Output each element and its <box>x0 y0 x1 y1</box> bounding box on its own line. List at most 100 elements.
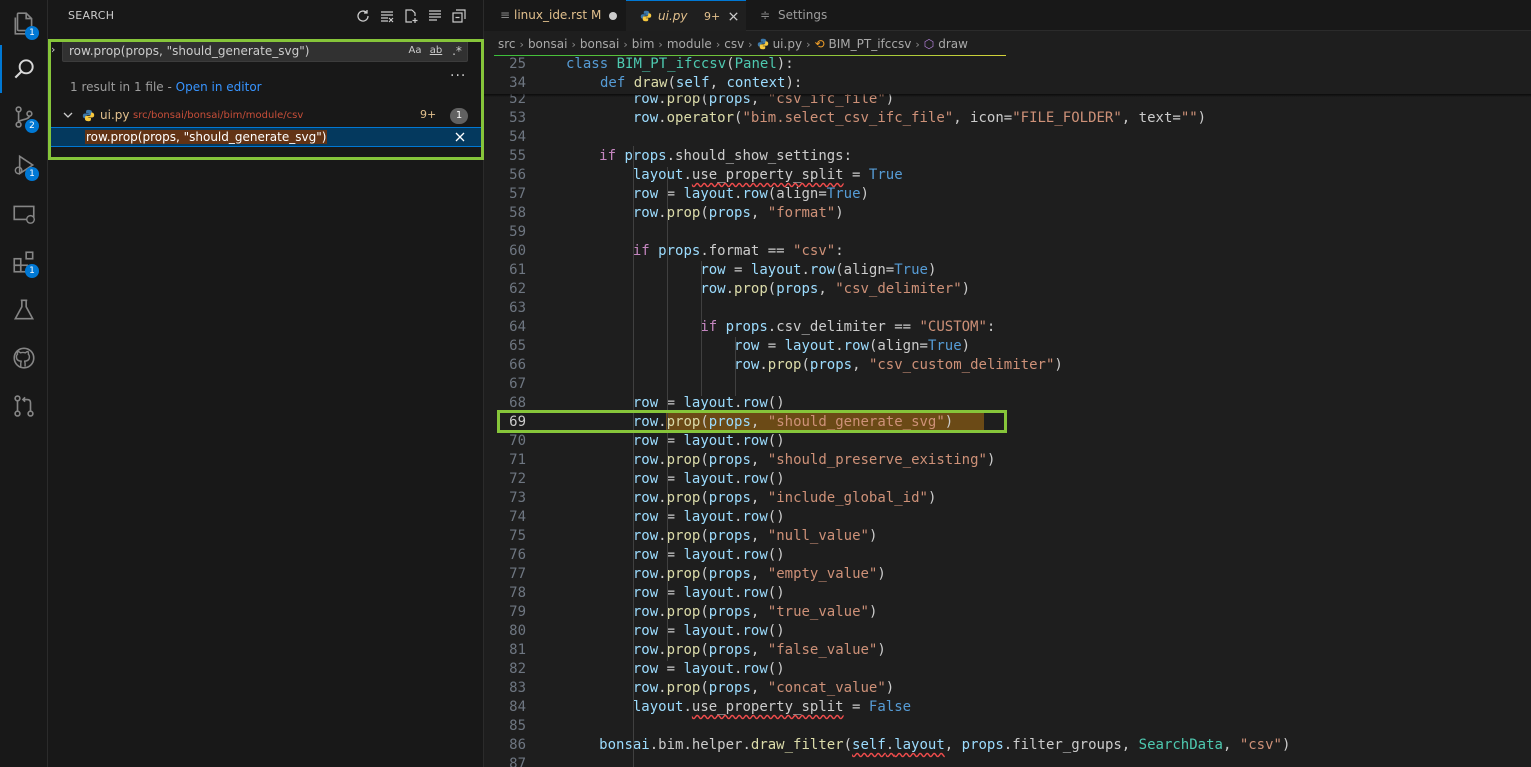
code-line[interactable]: 53 row.operator("bim.select_csv_ifc_file"… <box>484 109 1531 128</box>
match-case-toggle[interactable]: Aa <box>407 43 423 59</box>
pull-requests-button[interactable] <box>0 382 48 430</box>
sticky-scroll-line[interactable]: 34 def draw(self, context): <box>484 75 1531 94</box>
github-button[interactable] <box>0 334 48 382</box>
code-line[interactable]: 81 row.prop(props, "false_value") <box>484 641 1531 660</box>
explorer-button[interactable]: 1 <box>0 0 48 48</box>
code-line[interactable]: 82 row = layout.row() <box>484 660 1531 679</box>
testing-button[interactable] <box>0 286 48 334</box>
code-line[interactable]: 66 row.prop(props, "csv_custom_delimiter"… <box>484 356 1531 375</box>
sticky-scroll-line[interactable]: 25 class BIM_PT_ifccsv(Panel): <box>484 56 1531 75</box>
breadcrumb-item[interactable]: draw <box>938 37 968 51</box>
breadcrumb-item[interactable]: ui.py <box>773 37 802 51</box>
class-symbol-icon: ⟲ <box>814 37 825 51</box>
run-debug-button[interactable]: 1 <box>0 141 48 189</box>
new-file-icon <box>405 9 418 23</box>
activity-bar: 1 2 1 1 <box>0 0 48 767</box>
breadcrumb: src › bonsai › bonsai › bim › module › c… <box>498 34 968 54</box>
source-control-badge: 2 <box>25 119 39 133</box>
editor-tabs: ≡ linux_ide.rst M ui.py 9+ ≑ Settings <box>484 0 1531 31</box>
breadcrumb-item[interactable]: bim <box>632 37 655 51</box>
code-line[interactable]: 85 <box>484 717 1531 736</box>
line-number: 64 <box>509 319 526 335</box>
tab-ui-py[interactable]: ui.py 9+ <box>626 0 746 31</box>
tab-settings[interactable]: ≑ Settings <box>746 0 856 31</box>
code-line[interactable]: 54 <box>484 128 1531 147</box>
result-count-badge: 1 <box>450 108 468 124</box>
code-line[interactable]: 69 row.prop(props, "should_generate_svg") <box>484 413 1531 432</box>
code-line[interactable]: 61 row = layout.row(align=True) <box>484 261 1531 280</box>
chevron-right-icon: › <box>806 37 811 51</box>
code-line[interactable]: 72 row = layout.row() <box>484 470 1531 489</box>
line-code: row.prop(props, "should_preserve_existin… <box>632 452 996 468</box>
line-number: 85 <box>509 718 526 734</box>
breadcrumb-item[interactable]: module <box>667 37 712 51</box>
toggle-replace-chevron-icon[interactable]: › <box>51 43 63 59</box>
tab-linux-ide[interactable]: ≡ linux_ide.rst M <box>484 0 626 31</box>
code-line[interactable]: 67 <box>484 375 1531 394</box>
source-control-button[interactable]: 2 <box>0 93 48 141</box>
code-line[interactable]: 77 row.prop(props, "empty_value") <box>484 565 1531 584</box>
text-file-icon: ≡ <box>500 8 511 22</box>
dismiss-close-icon[interactable] <box>453 130 467 144</box>
code-line[interactable]: 55 if props.should_show_settings: <box>484 147 1531 166</box>
code-line[interactable]: 83 row.prop(props, "concat_value") <box>484 679 1531 698</box>
open-in-editor-link[interactable]: Open in editor <box>176 80 262 94</box>
code-line[interactable]: 78 row = layout.row() <box>484 584 1531 603</box>
code-editor[interactable]: 52 row.prop(props, "csv_ifc_file") 53 row.o… <box>484 56 1531 767</box>
code-line[interactable]: 74 row = layout.row() <box>484 508 1531 527</box>
search-icon <box>14 59 34 79</box>
toggle-search-details-button[interactable]: ... <box>450 64 466 80</box>
indent-guide <box>667 167 668 661</box>
code-line[interactable]: 79 row.prop(props, "true_value") <box>484 603 1531 622</box>
code-line[interactable]: 68 row = layout.row() <box>484 394 1531 413</box>
code-line[interactable]: 58 row.prop(props, "format") <box>484 204 1531 223</box>
line-code: row = layout.row() <box>632 509 785 525</box>
code-line[interactable]: 76 row = layout.row() <box>484 546 1531 565</box>
code-line[interactable]: 63 <box>484 299 1531 318</box>
chevron-right-icon: › <box>915 37 920 51</box>
regex-toggle[interactable]: .* <box>449 43 465 59</box>
refresh-button[interactable] <box>354 7 372 25</box>
whole-word-toggle[interactable]: ab <box>427 43 445 59</box>
close-tab-icon[interactable] <box>727 10 740 23</box>
code-line[interactable]: 62 row.prop(props, "csv_delimiter") <box>484 280 1531 299</box>
collapse-all-icon <box>452 9 466 23</box>
code-line[interactable]: 80 row = layout.row() <box>484 622 1531 641</box>
result-match-row[interactable]: row.prop(props, "should_generate_svg") <box>50 127 482 147</box>
code-line[interactable]: 87 <box>484 755 1531 767</box>
code-line[interactable]: 64 if props.csv_delimiter == "CUSTOM": <box>484 318 1531 337</box>
new-search-editor-button[interactable] <box>402 7 420 25</box>
code-line[interactable]: 59 <box>484 223 1531 242</box>
unsaved-dot-icon[interactable] <box>609 12 617 20</box>
breadcrumb-item[interactable]: src <box>498 37 516 51</box>
breadcrumb-item[interactable]: bonsai <box>528 37 568 51</box>
code-line[interactable]: 71 row.prop(props, "should_preserve_exist… <box>484 451 1531 470</box>
line-number: 57 <box>509 186 526 202</box>
code-line[interactable]: 65 row = layout.row(align=True) <box>484 337 1531 356</box>
code-line[interactable]: 70 row = layout.row() <box>484 432 1531 451</box>
breadcrumb-item[interactable]: BIM_PT_ifccsv <box>829 37 912 51</box>
code-line[interactable]: 56 layout.use_property_split = True <box>484 166 1531 185</box>
code-line[interactable]: 73 row.prop(props, "include_global_id") <box>484 489 1531 508</box>
method-symbol-icon: ⬡ <box>923 37 935 51</box>
code-line[interactable]: 60 if props.format == "csv": <box>484 242 1531 261</box>
line-code: row.prop(props, "false_value") <box>632 642 886 658</box>
view-as-tree-button[interactable] <box>426 7 444 25</box>
result-file-row[interactable]: ui.py src/bonsai/bonsai/bim/module/csv 9… <box>48 106 484 126</box>
line-code: row.prop(props, "true_value") <box>632 604 878 620</box>
code-line[interactable]: 57 row = layout.row(align=True) <box>484 185 1531 204</box>
search-button[interactable] <box>0 45 48 93</box>
remote-explorer-button[interactable] <box>0 190 48 238</box>
clear-results-button[interactable] <box>378 7 396 25</box>
collapse-all-button[interactable] <box>450 7 468 25</box>
line-number: 74 <box>509 509 526 525</box>
code-line[interactable]: 84 layout.use_property_split = False <box>484 698 1531 717</box>
chevron-right-icon: › <box>623 37 628 51</box>
breadcrumb-item[interactable]: csv <box>724 37 744 51</box>
python-file-icon <box>640 10 652 22</box>
code-line[interactable]: 86 bonsai.bim.helper.draw_filter(self.lay… <box>484 736 1531 755</box>
breadcrumb-item[interactable]: bonsai <box>580 37 620 51</box>
code-line[interactable]: 75 row.prop(props, "null_value") <box>484 527 1531 546</box>
search-input[interactable] <box>69 42 389 60</box>
extensions-button[interactable]: 1 <box>0 238 48 286</box>
